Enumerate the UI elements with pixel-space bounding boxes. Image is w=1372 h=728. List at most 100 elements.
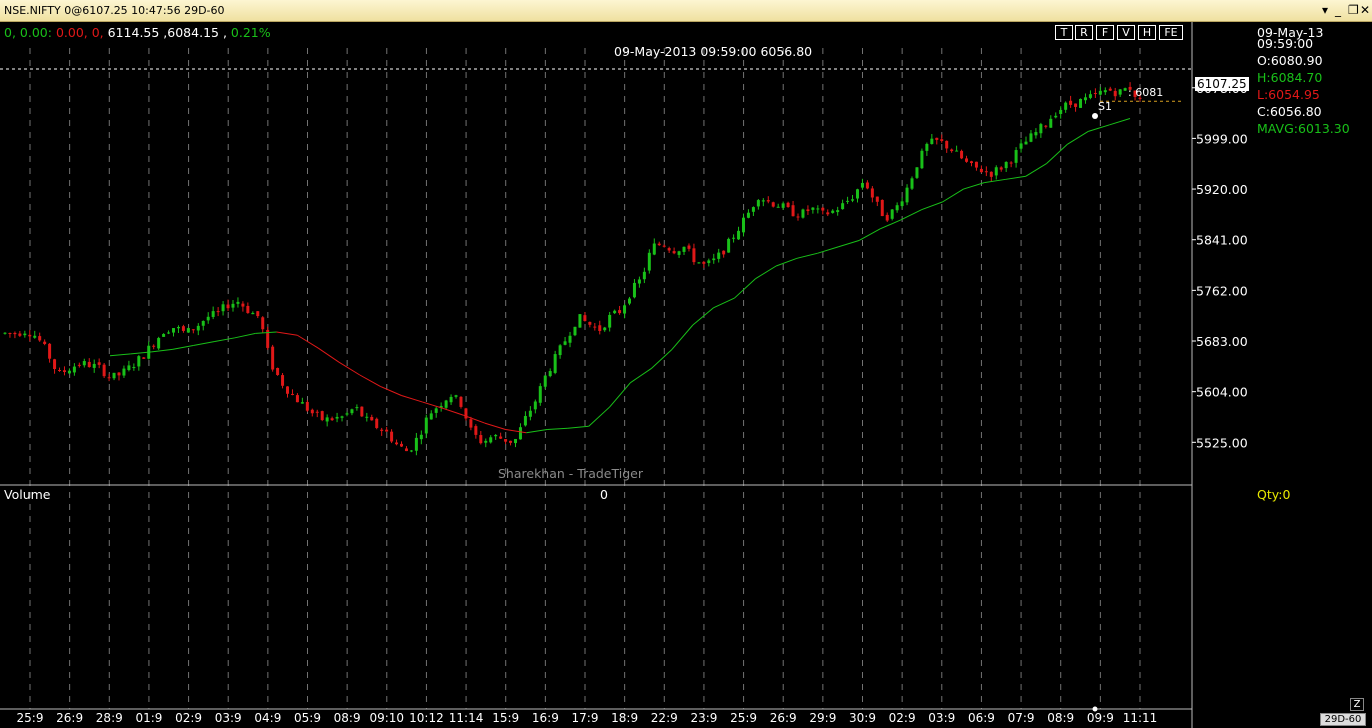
candle-body: [632, 282, 636, 298]
candle-body: [672, 251, 676, 254]
candle-body: [325, 417, 329, 422]
candle-body: [979, 168, 983, 173]
candle-body: [241, 303, 245, 307]
moving-average-line: [1088, 124, 1110, 132]
candle-body: [573, 326, 577, 336]
candle-body: [737, 230, 741, 240]
chart-button-t[interactable]: T: [1055, 25, 1073, 40]
candle-body: [1019, 143, 1023, 149]
candle-body: [18, 333, 22, 336]
x-tick-label: 30:9: [849, 711, 876, 725]
candle-body: [741, 217, 745, 233]
moving-average-line: [588, 406, 610, 427]
candle-body: [201, 320, 205, 326]
candle-body: [107, 377, 111, 379]
candle-body: [295, 395, 299, 403]
candle-body: [152, 345, 156, 347]
candle-body: [682, 246, 686, 252]
candle-body: [875, 196, 879, 202]
candle-body: [429, 413, 433, 420]
candle-body: [1108, 88, 1112, 91]
candle-body: [732, 237, 736, 239]
x-tick-label: 25:9: [730, 711, 757, 725]
candle-body: [955, 150, 959, 152]
moving-average-line: [817, 246, 839, 254]
moving-average-line: [1005, 175, 1026, 180]
candle-body: [836, 210, 840, 213]
rp-high: H:6084.70: [1257, 70, 1323, 85]
quote-change-red: 0.00, 0,: [55, 25, 104, 40]
candle-body: [588, 321, 592, 325]
candle-body: [1024, 141, 1028, 145]
candle-body: [474, 426, 478, 435]
moving-average-line: [276, 331, 298, 336]
candle-body: [97, 362, 101, 365]
moving-average-line: [422, 401, 444, 409]
candle-body: [360, 406, 364, 417]
candle-body: [82, 361, 86, 366]
x-tick-label: 10:12: [409, 711, 444, 725]
moving-average-line: [1025, 162, 1047, 177]
chart-button-fe[interactable]: FE: [1159, 25, 1183, 40]
candle-body: [533, 401, 537, 410]
candle-body: [271, 346, 275, 370]
moving-average-line: [172, 345, 194, 350]
y-tick-label: 5999.00: [1196, 131, 1248, 146]
candle-body: [400, 443, 404, 447]
candle-body: [385, 429, 389, 432]
candle-body: [1059, 109, 1063, 114]
candle-body: [117, 372, 121, 376]
candle-body: [236, 301, 240, 304]
x-tick-label: 03:9: [928, 711, 955, 725]
candle-body: [528, 410, 532, 417]
candle-body: [950, 149, 954, 152]
candle-body: [969, 161, 973, 164]
candle-body: [865, 182, 869, 189]
chart-button-r[interactable]: R: [1075, 25, 1093, 40]
candle-body: [434, 408, 438, 413]
rp-low: L:6054.95: [1257, 87, 1320, 102]
candle-body: [1074, 103, 1078, 107]
candle-body: [637, 279, 641, 284]
x-tick-label: 11:11: [1123, 711, 1158, 725]
candle-body: [642, 271, 646, 280]
zoom-button[interactable]: Z: [1350, 698, 1364, 711]
candle-body: [558, 345, 562, 356]
candle-body: [1049, 118, 1053, 128]
candle-body: [1034, 132, 1038, 136]
moving-average-line: [380, 386, 402, 396]
candle-body: [340, 416, 344, 418]
x-tick-label: 02:9: [175, 711, 202, 725]
candle-body: [132, 367, 136, 369]
candle-body: [707, 260, 711, 264]
candle-body: [281, 375, 285, 386]
x-tick-label: 09:9: [1087, 711, 1114, 725]
chart-button-v[interactable]: V: [1117, 25, 1135, 40]
moving-average-line: [234, 332, 256, 339]
candle-body: [1103, 90, 1107, 93]
moving-average-line: [317, 347, 340, 363]
moving-average-line: [609, 382, 631, 408]
candle-body: [53, 359, 57, 369]
support-label-s1: S1: [1098, 100, 1112, 113]
moving-average-line: [567, 425, 589, 429]
candle-body: [647, 252, 651, 271]
candle-body: [365, 416, 369, 418]
chart-canvas[interactable]: 25:9 26:9 28:9 01:9 02:9 03:9 04:9 05:9 08:9 09:1…: [0, 0, 1372, 728]
candle-body: [538, 386, 542, 403]
y-tick-label: 5525.00: [1196, 435, 1248, 450]
x-tick-label: 08:9: [1047, 711, 1074, 725]
x-tick-label: 11:14: [449, 711, 484, 725]
candle-body: [746, 212, 750, 218]
candle-body: [186, 328, 190, 333]
candle-body: [841, 203, 845, 210]
price-label-6081: : 6081: [1128, 86, 1164, 99]
moving-average-line: [984, 178, 1006, 184]
candle-body: [87, 361, 91, 368]
chart-button-h[interactable]: H: [1138, 25, 1156, 40]
candle-body: [925, 143, 929, 151]
candle-body: [756, 200, 760, 207]
quote-info-row: 0, 0.00: 0.00, 0, 6114.55 ,6084.15 , 0.2…: [4, 25, 271, 40]
candle-body: [727, 238, 731, 253]
chart-button-f[interactable]: F: [1096, 25, 1114, 40]
